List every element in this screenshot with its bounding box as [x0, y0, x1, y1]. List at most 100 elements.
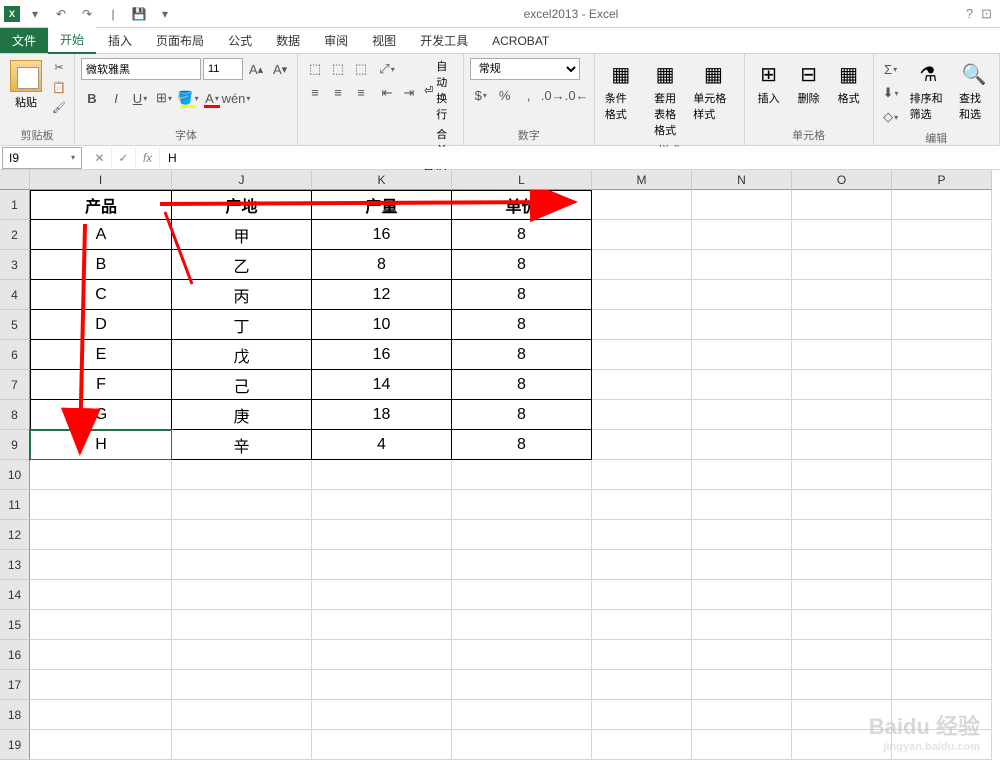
- cell-L6[interactable]: 8: [452, 340, 592, 370]
- cell-L14[interactable]: [452, 580, 592, 610]
- cell-L10[interactable]: [452, 460, 592, 490]
- cell-J12[interactable]: [172, 520, 312, 550]
- row-header-19[interactable]: 19: [0, 730, 30, 760]
- cell-O12[interactable]: [792, 520, 892, 550]
- fill-color-button[interactable]: 🪣▾: [177, 87, 199, 109]
- cell-M13[interactable]: [592, 550, 692, 580]
- cell-J17[interactable]: [172, 670, 312, 700]
- cell-K1[interactable]: 产量: [312, 190, 452, 220]
- format-painter-button[interactable]: 🖌: [50, 98, 68, 116]
- wrap-text-button[interactable]: ⏎自动换行: [424, 58, 457, 122]
- qat-customize[interactable]: ▾: [154, 3, 176, 25]
- row-header-6[interactable]: 6: [0, 340, 30, 370]
- cell-P13[interactable]: [892, 550, 992, 580]
- cell-P12[interactable]: [892, 520, 992, 550]
- cell-O17[interactable]: [792, 670, 892, 700]
- cell-I18[interactable]: [30, 700, 172, 730]
- find-select-button[interactable]: 🔍 查找和选: [955, 58, 993, 124]
- column-header-I[interactable]: I: [30, 170, 172, 190]
- cell-L7[interactable]: 8: [452, 370, 592, 400]
- cell-J8[interactable]: 庚: [172, 400, 312, 430]
- enter-formula-button[interactable]: ✓: [112, 147, 136, 169]
- increase-decimal-button[interactable]: .0→: [542, 84, 564, 106]
- cell-L16[interactable]: [452, 640, 592, 670]
- cell-O16[interactable]: [792, 640, 892, 670]
- cell-P19[interactable]: [892, 730, 992, 760]
- cell-M11[interactable]: [592, 490, 692, 520]
- increase-indent-button[interactable]: ⇥: [398, 82, 420, 104]
- cell-I5[interactable]: D: [30, 310, 172, 340]
- cell-N9[interactable]: [692, 430, 792, 460]
- name-box[interactable]: I9 ▾: [2, 147, 82, 169]
- cell-P2[interactable]: [892, 220, 992, 250]
- row-header-11[interactable]: 11: [0, 490, 30, 520]
- cell-L2[interactable]: 8: [452, 220, 592, 250]
- cell-I7[interactable]: F: [30, 370, 172, 400]
- cell-J6[interactable]: 戊: [172, 340, 312, 370]
- cell-O19[interactable]: [792, 730, 892, 760]
- cell-K14[interactable]: [312, 580, 452, 610]
- cell-P7[interactable]: [892, 370, 992, 400]
- cell-I14[interactable]: [30, 580, 172, 610]
- cell-L18[interactable]: [452, 700, 592, 730]
- row-header-14[interactable]: 14: [0, 580, 30, 610]
- cell-P6[interactable]: [892, 340, 992, 370]
- cell-N11[interactable]: [692, 490, 792, 520]
- cell-O3[interactable]: [792, 250, 892, 280]
- cell-J14[interactable]: [172, 580, 312, 610]
- cell-P17[interactable]: [892, 670, 992, 700]
- cell-N13[interactable]: [692, 550, 792, 580]
- paste-button[interactable]: 粘贴: [6, 58, 46, 112]
- cell-I15[interactable]: [30, 610, 172, 640]
- cell-M14[interactable]: [592, 580, 692, 610]
- cell-N8[interactable]: [692, 400, 792, 430]
- cell-O9[interactable]: [792, 430, 892, 460]
- cell-I11[interactable]: [30, 490, 172, 520]
- cell-L8[interactable]: 8: [452, 400, 592, 430]
- row-header-16[interactable]: 16: [0, 640, 30, 670]
- row-header-13[interactable]: 13: [0, 550, 30, 580]
- cell-K12[interactable]: [312, 520, 452, 550]
- tab-data[interactable]: 数据: [264, 28, 312, 53]
- tab-formulas[interactable]: 公式: [216, 28, 264, 53]
- cell-I19[interactable]: [30, 730, 172, 760]
- cell-J3[interactable]: 乙: [172, 250, 312, 280]
- row-header-5[interactable]: 5: [0, 310, 30, 340]
- row-header-1[interactable]: 1: [0, 190, 30, 220]
- cell-N10[interactable]: [692, 460, 792, 490]
- cell-K10[interactable]: [312, 460, 452, 490]
- row-header-3[interactable]: 3: [0, 250, 30, 280]
- cell-L5[interactable]: 8: [452, 310, 592, 340]
- cell-N5[interactable]: [692, 310, 792, 340]
- cell-N14[interactable]: [692, 580, 792, 610]
- cell-P8[interactable]: [892, 400, 992, 430]
- cell-N4[interactable]: [692, 280, 792, 310]
- border-button[interactable]: ⊞▾: [153, 87, 175, 109]
- row-header-10[interactable]: 10: [0, 460, 30, 490]
- cell-M12[interactable]: [592, 520, 692, 550]
- cell-I8[interactable]: G: [30, 400, 172, 430]
- cell-L4[interactable]: 8: [452, 280, 592, 310]
- row-header-4[interactable]: 4: [0, 280, 30, 310]
- cell-M1[interactable]: [592, 190, 692, 220]
- cell-K18[interactable]: [312, 700, 452, 730]
- cell-M2[interactable]: [592, 220, 692, 250]
- italic-button[interactable]: I: [105, 87, 127, 109]
- cell-I13[interactable]: [30, 550, 172, 580]
- row-header-9[interactable]: 9: [0, 430, 30, 460]
- cell-M8[interactable]: [592, 400, 692, 430]
- row-header-18[interactable]: 18: [0, 700, 30, 730]
- cell-P10[interactable]: [892, 460, 992, 490]
- cell-M15[interactable]: [592, 610, 692, 640]
- decrease-indent-button[interactable]: ⇤: [376, 82, 398, 104]
- tab-pagelayout[interactable]: 页面布局: [144, 28, 216, 53]
- cell-N15[interactable]: [692, 610, 792, 640]
- tab-developer[interactable]: 开发工具: [408, 28, 480, 53]
- cell-M16[interactable]: [592, 640, 692, 670]
- column-header-K[interactable]: K: [312, 170, 452, 190]
- cell-K7[interactable]: 14: [312, 370, 452, 400]
- fx-button[interactable]: fx: [136, 147, 160, 169]
- cell-I12[interactable]: [30, 520, 172, 550]
- cell-P4[interactable]: [892, 280, 992, 310]
- tab-file[interactable]: 文件: [0, 28, 48, 53]
